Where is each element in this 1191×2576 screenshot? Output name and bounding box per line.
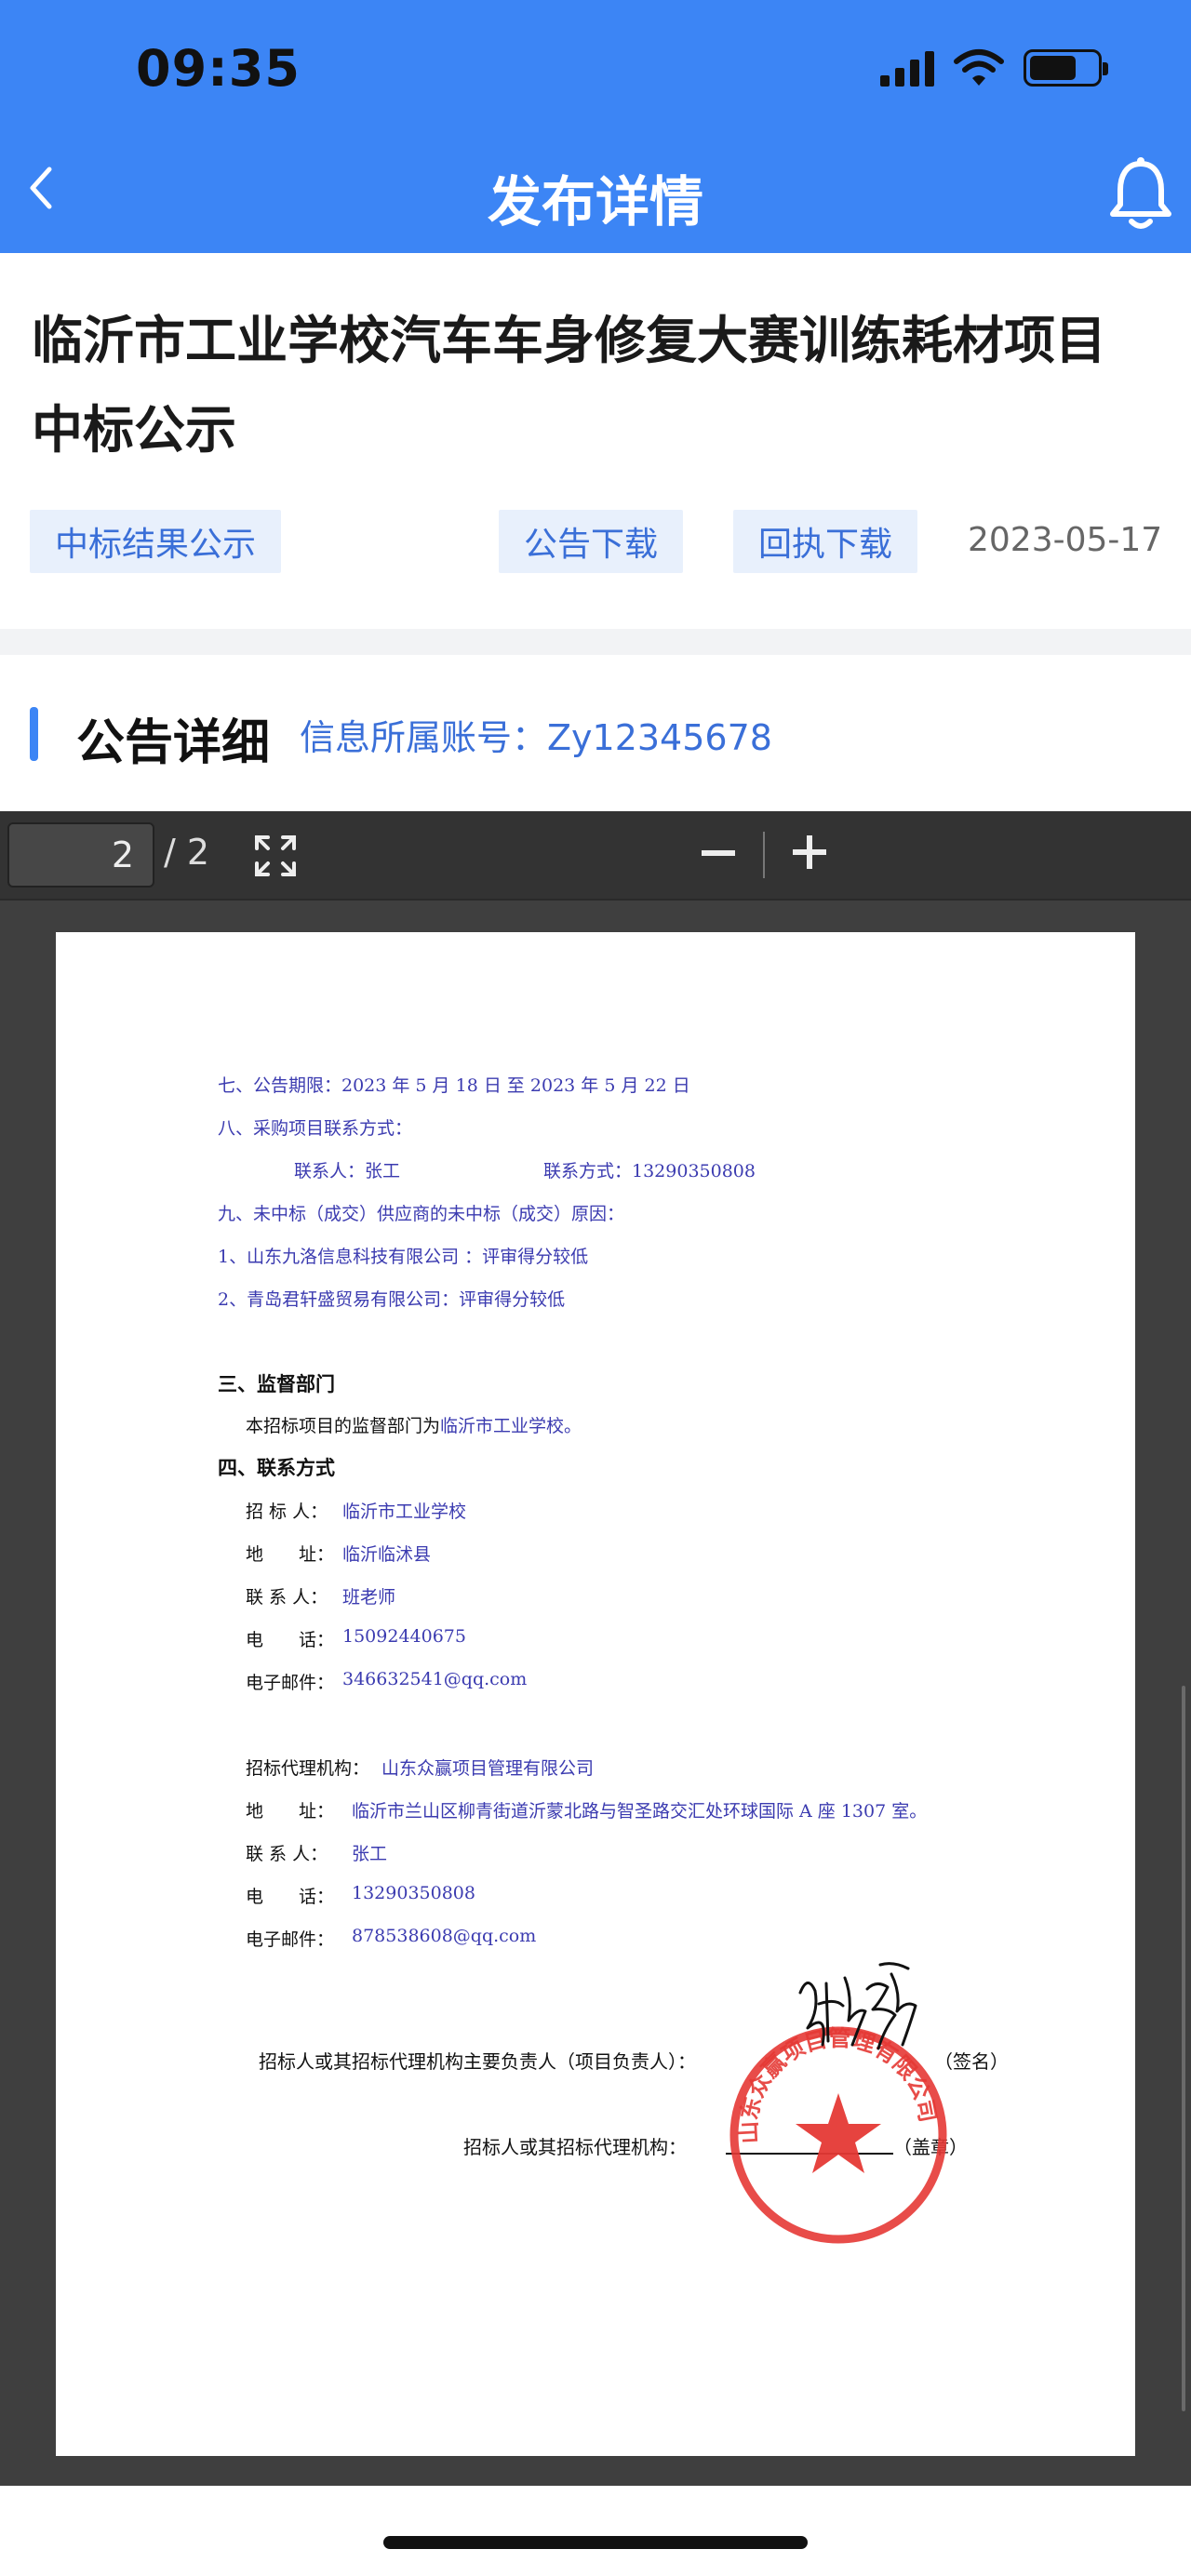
zoom-in-button[interactable] bbox=[793, 835, 826, 869]
pdf-agency-email-label: 电子邮件： bbox=[246, 1929, 335, 1950]
pdf-contact-heading: 四、联系方式 bbox=[218, 1456, 335, 1479]
pdf-address-label: 地 址： bbox=[246, 1544, 335, 1565]
pdf-agency-name-label: 招标代理机构： bbox=[246, 1758, 370, 1779]
pdf-supervision-heading: 三、监督部门 bbox=[218, 1372, 335, 1395]
expand-icon bbox=[255, 835, 296, 876]
pdf-line-loser-1: 1、山东九洛信息科技有限公司 ：评审得分较低 bbox=[218, 1247, 589, 1267]
handwritten-signature bbox=[798, 1962, 917, 2050]
pdf-tenderer-label: 招 标 人： bbox=[246, 1502, 328, 1522]
page-title: 发布详情 bbox=[487, 170, 703, 234]
pdf-supervision-value: 临沂市工业学校。 bbox=[440, 1416, 582, 1436]
pdf-phone-value: 15092440675 bbox=[342, 1626, 466, 1647]
pdf-signature-label: 招标人或其招标代理机构主要负责人（项目负责人）： bbox=[259, 2050, 696, 2073]
pdf-toolbar: 2 / 2 bbox=[0, 811, 1191, 901]
home-indicator[interactable] bbox=[383, 2536, 808, 2549]
fullscreen-button[interactable] bbox=[253, 834, 298, 878]
download-notice-button[interactable]: 公告下载 bbox=[499, 510, 683, 573]
zoom-divider bbox=[763, 832, 765, 878]
pdf-supervision-prefix: 本招标项目的监督部门为 bbox=[246, 1416, 441, 1436]
publish-date: 2023-05-17 bbox=[968, 521, 1163, 559]
account-info: 信息所属账号：Zy12345678 bbox=[300, 717, 772, 758]
pdf-page: 七、公告期限：2023 年 5 月 18 日 至 2023 年 5 月 22 日… bbox=[56, 932, 1135, 2456]
pdf-address-value: 临沂临沭县 bbox=[342, 1544, 432, 1565]
battery-icon bbox=[1024, 49, 1108, 87]
divider bbox=[0, 629, 1191, 655]
pdf-agency-address-label: 地 址： bbox=[246, 1801, 335, 1822]
pdf-agency-person-label: 联 系 人： bbox=[246, 1844, 328, 1864]
pdf-line-contact-heading: 八、采购项目联系方式： bbox=[218, 1118, 413, 1139]
pdf-supervision-text: 本招标项目的监督部门为临沂市工业学校。 bbox=[246, 1412, 582, 1437]
pdf-agency-person-value: 张工 bbox=[352, 1844, 388, 1864]
pdf-line-announce-period: 七、公告期限：2023 年 5 月 18 日 至 2023 年 5 月 22 日 bbox=[218, 1075, 690, 1096]
pdf-line-losing-reason: 九、未中标（成交）供应商的未中标（成交）原因： bbox=[218, 1204, 625, 1224]
pdf-email-label: 电子邮件： bbox=[246, 1673, 335, 1693]
page-total: / 2 bbox=[164, 832, 210, 873]
pdf-agency-name-value: 山东众赢项目管理有限公司 bbox=[381, 1758, 595, 1779]
status-icons bbox=[880, 48, 1108, 87]
status-time: 09:35 bbox=[136, 39, 301, 98]
pdf-agency-phone-label: 电 话： bbox=[246, 1887, 335, 1907]
pdf-phone-label: 电 话： bbox=[246, 1630, 335, 1650]
pdf-line-contact-phone: 联系方式：13290350808 bbox=[543, 1161, 756, 1181]
pdf-email-value: 346632541@qq.com bbox=[342, 1669, 528, 1689]
pdf-line-contact-person: 联系人：张工 bbox=[294, 1161, 401, 1181]
pdf-person-label: 联 系 人： bbox=[246, 1587, 328, 1608]
zoom-out-button[interactable] bbox=[702, 850, 735, 856]
page-number-input[interactable]: 2 bbox=[7, 822, 154, 888]
pdf-agency-email-value: 878538608@qq.com bbox=[352, 1926, 537, 1946]
pdf-line-loser-2: 2、青岛君轩盛贸易有限公司：评审得分较低 bbox=[218, 1289, 566, 1310]
pdf-agency-phone-value: 13290350808 bbox=[352, 1883, 475, 1903]
pdf-viewer[interactable]: 2 / 2 七、公告期限：2023 年 5 月 18 日 至 2023 年 5 … bbox=[0, 811, 1191, 2486]
section-title: 公告详细 bbox=[76, 715, 271, 771]
pdf-agency-address-value: 临沂市兰山区柳青街道沂蒙北路与智圣路交汇处环球国际 A 座 1307 室。 bbox=[352, 1801, 928, 1822]
pdf-scrollbar[interactable] bbox=[1182, 1686, 1185, 2411]
pdf-tenderer-value: 临沂市工业学校 bbox=[342, 1502, 467, 1522]
article-title: 临沂市工业学校汽车车身修复大赛训练耗材项目中标公示 bbox=[32, 311, 1107, 460]
pdf-person-value: 班老师 bbox=[342, 1587, 396, 1608]
pdf-seal-label: 招标人或其招标代理机构： bbox=[463, 2136, 687, 2158]
app-header: 09:35 发布详情 bbox=[0, 0, 1191, 253]
cellular-signal-icon bbox=[880, 49, 934, 87]
download-receipt-button[interactable]: 回执下载 bbox=[733, 510, 917, 573]
notification-button[interactable] bbox=[1107, 156, 1174, 231]
wifi-icon bbox=[954, 49, 1004, 86]
bell-icon bbox=[1110, 157, 1171, 229]
section-accent-bar bbox=[30, 707, 38, 761]
result-type-tag: 中标结果公示 bbox=[30, 510, 281, 573]
